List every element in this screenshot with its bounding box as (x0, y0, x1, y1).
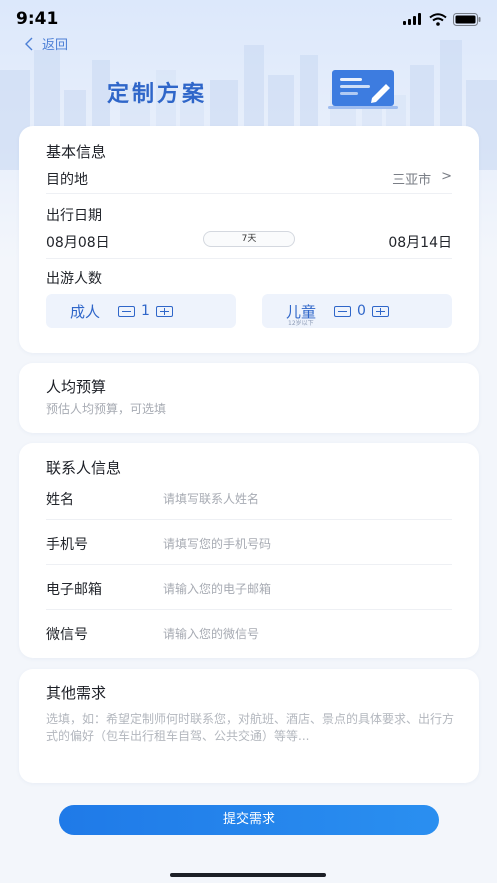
email-input[interactable]: 请输入您的电子邮箱 (163, 580, 271, 597)
end-date[interactable]: 08月14日 (388, 232, 452, 252)
contact-card: 联系人信息 姓名 请填写联系人姓名 手机号 请填写您的手机号码 电子邮箱 请输入… (19, 443, 479, 658)
children-counter: 儿童 12岁以下 0 (262, 294, 452, 328)
budget-title: 人均预算 (46, 378, 107, 396)
destination-value: 三亚市 (392, 173, 432, 188)
basic-info-card: 基本信息 目的地 三亚市 > 出行日期 08月08日 7天 08月14日 出游人… (19, 126, 479, 353)
budget-card[interactable]: 人均预算 预估人均预算，可选填 (19, 363, 479, 433)
plus-icon[interactable] (155, 305, 173, 317)
minus-icon[interactable] (334, 305, 352, 317)
destination-selector[interactable]: 三亚市 > (392, 169, 452, 188)
children-stepper: 0 (334, 303, 389, 319)
divider (46, 193, 452, 194)
signal-icon (403, 13, 421, 25)
divider (46, 564, 452, 565)
back-arrow-icon (25, 37, 33, 50)
status-bar: 9:41 (0, 0, 497, 38)
home-indicator (170, 873, 326, 877)
children-label: 儿童 12岁以下 (286, 301, 316, 327)
adults-stepper: 1 (118, 303, 173, 319)
wechat-input[interactable]: 请输入您的微信号 (163, 625, 259, 642)
start-date[interactable]: 08月08日 (46, 232, 110, 252)
duration-badge: 7天 (203, 231, 295, 247)
battery-icon (453, 12, 481, 26)
travelers-label: 出游人数 (46, 271, 102, 287)
children-age-note: 12岁以下 (288, 319, 314, 327)
page-title: 定制方案 (107, 82, 208, 107)
travel-date-label: 出行日期 (46, 208, 102, 224)
divider (46, 258, 452, 259)
budget-input[interactable]: 预估人均预算，可选填 (46, 400, 166, 417)
status-icons (403, 12, 481, 26)
plus-icon[interactable] (371, 305, 389, 317)
contact-title: 联系人信息 (46, 459, 122, 477)
divider (46, 519, 452, 520)
email-label: 电子邮箱 (46, 582, 102, 598)
phone-input[interactable]: 请填写您的手机号码 (163, 535, 271, 552)
other-requirements-textarea[interactable]: 选填，如：希望定制师何时联系您，对航班、酒店、景点的具体要求、出行方式的偏好（包… (46, 711, 456, 745)
submit-button[interactable]: 提交需求 (59, 805, 439, 835)
divider (46, 609, 452, 610)
back-button[interactable]: 返回 (24, 34, 68, 53)
adults-label: 成人 (70, 302, 101, 321)
name-label: 姓名 (46, 492, 74, 508)
other-requirements-card: 其他需求 选填，如：希望定制师何时联系您，对航班、酒店、景点的具体要求、出行方式… (19, 669, 479, 783)
wifi-icon (429, 12, 447, 26)
phone-label: 手机号 (46, 537, 88, 553)
basic-info-title: 基本信息 (46, 143, 107, 161)
name-input[interactable]: 请填写联系人姓名 (163, 490, 259, 507)
adults-counter: 成人 1 (46, 294, 236, 328)
document-illustration (328, 70, 398, 109)
back-label: 返回 (42, 38, 69, 53)
status-time: 9:41 (16, 9, 59, 29)
minus-icon[interactable] (118, 305, 136, 317)
other-title: 其他需求 (46, 684, 107, 702)
destination-label: 目的地 (46, 172, 88, 188)
wechat-label: 微信号 (46, 627, 88, 643)
adults-count: 1 (141, 303, 150, 319)
children-count: 0 (357, 303, 366, 319)
chevron-right-icon: > (441, 169, 452, 184)
